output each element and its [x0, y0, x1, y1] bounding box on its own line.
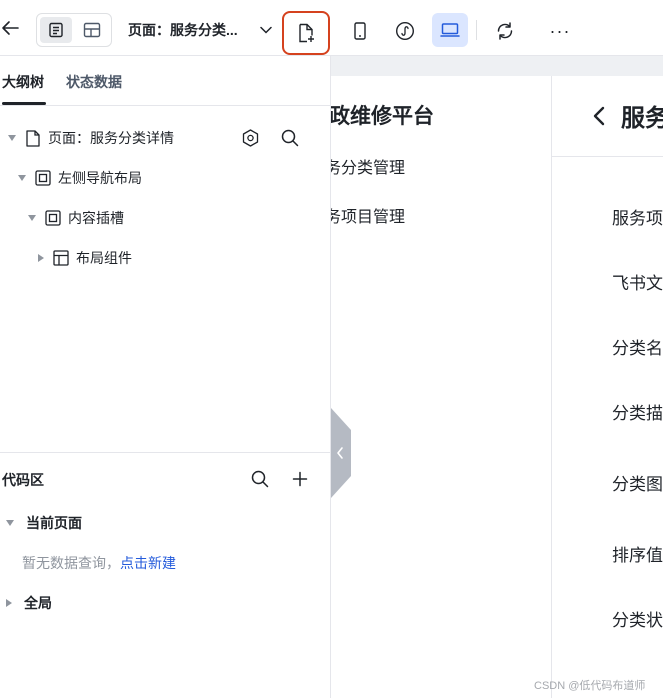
field-label: 服务项 — [612, 209, 663, 228]
tree-item-label: 布局组件 — [76, 250, 132, 266]
detail-page-heading: 服务 — [621, 105, 663, 132]
empty-state-text: 暂无数据查询，点击新建 — [22, 553, 176, 573]
new-page-button[interactable] — [282, 11, 330, 55]
active-tab-indicator — [2, 102, 46, 105]
current-page-section[interactable]: 当前页面 — [6, 512, 82, 534]
view-mode-toggle — [36, 13, 112, 47]
component-view-icon[interactable] — [76, 17, 108, 43]
mobile-device-icon[interactable] — [346, 15, 374, 47]
code-search-icon[interactable] — [248, 467, 272, 491]
global-label: 全局 — [24, 595, 52, 611]
add-icon[interactable] — [288, 467, 312, 491]
empty-message: 暂无数据查询， — [22, 555, 120, 571]
global-section[interactable]: 全局 — [6, 592, 52, 614]
caret-down-icon[interactable] — [6, 520, 14, 526]
nav-item-project-management[interactable]: 务项目管理 — [331, 203, 405, 227]
more-options-button[interactable]: ··· — [545, 15, 575, 47]
outline-view-icon[interactable] — [40, 17, 72, 43]
canvas-top-strip — [331, 56, 663, 76]
field-label: 排序值 — [612, 546, 663, 565]
collapse-panel-handle[interactable] — [331, 408, 351, 498]
caret-down-icon[interactable] — [18, 175, 26, 181]
field-label: 分类状 — [612, 611, 663, 630]
nav-item-category-management[interactable]: 务分类管理 — [331, 154, 405, 178]
back-arrow-icon[interactable] — [0, 14, 20, 42]
refresh-icon[interactable] — [490, 15, 520, 47]
caret-right-icon[interactable] — [38, 254, 44, 262]
tree-item-label: 页面：服务分类详情 — [48, 130, 174, 146]
layout-icon — [52, 249, 70, 267]
page-settings-icon[interactable] — [240, 128, 260, 148]
caret-down-icon[interactable] — [28, 215, 36, 221]
left-panel: 大纲树 状态数据 页面：服务分类详情 左侧导航布局 内容插槽 布局组件 代码区 … — [0, 56, 331, 698]
field-label: 分类图 — [612, 475, 663, 494]
watermark: CSDN @低代码布道师 — [534, 680, 646, 692]
app-brand-title: 政维修平台 — [331, 105, 434, 128]
top-toolbar: 页面：服务分类... ··· — [0, 0, 663, 56]
tree-item-label: 左侧导航布局 — [58, 170, 142, 186]
tree-item-content-slot[interactable]: 内容插槽 — [28, 206, 124, 230]
new-file-icon — [299, 23, 314, 43]
chevron-down-icon[interactable] — [258, 22, 274, 38]
box-icon — [34, 169, 52, 187]
create-query-link[interactable]: 点击新建 — [120, 555, 176, 571]
field-label: 分类名 — [612, 339, 663, 358]
tree-item-label: 内容插槽 — [68, 210, 124, 226]
tree-item-page[interactable]: 页面：服务分类详情 — [8, 126, 174, 150]
canvas-nav-divider — [551, 76, 552, 698]
content-header-divider — [552, 156, 663, 157]
caret-down-icon[interactable] — [8, 135, 16, 141]
desktop-device-icon[interactable] — [432, 13, 468, 47]
panel-tabs: 大纲树 状态数据 — [0, 56, 330, 106]
field-label: 分类描 — [612, 404, 663, 423]
chevron-left-icon[interactable] — [593, 104, 609, 128]
field-label: 飞书文 — [612, 274, 663, 293]
tree-item-left-nav-layout[interactable]: 左侧导航布局 — [18, 166, 142, 190]
canvas-preview: 政维修平台 务分类管理 务项目管理 服务 服务项 飞书文 分类名 分类描 分类图… — [331, 56, 663, 698]
current-page-label: 当前页面 — [26, 515, 82, 531]
page-icon — [24, 129, 42, 147]
tab-outline-tree[interactable]: 大纲树 — [2, 72, 44, 92]
box-icon — [44, 209, 62, 227]
tab-state-data[interactable]: 状态数据 — [66, 72, 122, 92]
code-area-title: 代码区 — [2, 472, 44, 488]
caret-right-icon[interactable] — [6, 599, 12, 607]
toolbar-divider — [476, 20, 477, 40]
code-area-divider — [0, 452, 330, 453]
tree-item-layout-component[interactable]: 布局组件 — [38, 246, 132, 270]
miniprogram-icon[interactable] — [390, 15, 420, 47]
page-selector[interactable]: 页面：服务分类... — [128, 18, 238, 42]
tree-search-icon[interactable] — [280, 128, 300, 148]
